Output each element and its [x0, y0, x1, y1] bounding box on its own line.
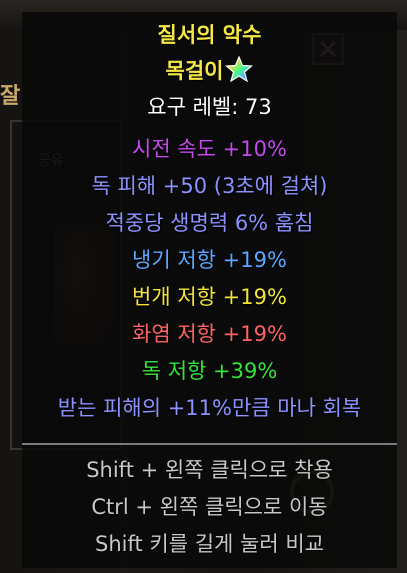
item-name: 질서의 악수 [157, 23, 262, 47]
hint-move: Ctrl + 왼쪽 클릭으로 이동 [91, 495, 328, 519]
affix-lightning-resist: 번개 저항 +19% [132, 285, 287, 309]
tooltip-divider [22, 443, 397, 445]
hint-compare: Shift 키를 길게 눌러 비교 [95, 532, 324, 556]
affix-life-steal: 적중당 생명력 6% 훔침 [105, 211, 314, 235]
item-type: 목걸이 [165, 59, 224, 83]
hint-equip: Shift + 왼쪽 클릭으로 착용 [86, 458, 333, 482]
affix-poison-resist: 독 저항 +39% [141, 359, 278, 383]
affix-poison-damage: 독 피해 +50 (3초에 걸쳐) [91, 174, 328, 198]
affix-cold-resist: 냉기 저항 +19% [132, 248, 287, 272]
item-type-row: 목걸이 [22, 56, 397, 86]
game-screen: 잘 공유 질서의 악수 목걸이 요구 레벨: 73 시전 속도 +10% [0, 0, 407, 573]
rainbow-star-icon [225, 56, 254, 82]
affix-fire-resist: 화염 저항 +19% [132, 322, 287, 346]
required-level: 요구 레벨: 73 [147, 95, 272, 119]
panel-side-glyph: 잘 [0, 84, 21, 109]
affix-cast-speed: 시전 속도 +10% [132, 137, 287, 161]
affix-mana-on-damage: 받는 피해의 +11%만큼 마나 회복 [57, 396, 362, 420]
